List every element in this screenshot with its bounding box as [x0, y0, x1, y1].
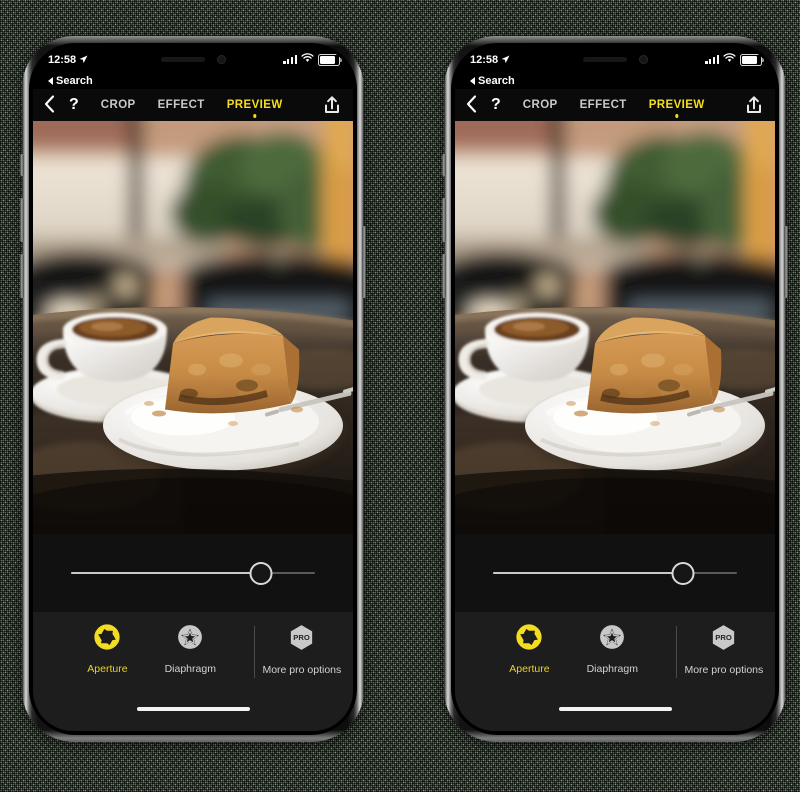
phone-screen-right: 12:58 Search ? CROP EFFECT PREVIEW Apert…: [455, 47, 775, 731]
tool-diaphragm-label: Diaphragm: [586, 663, 638, 675]
slider-track-fill: [493, 572, 684, 574]
tab-effect[interactable]: EFFECT: [580, 99, 627, 112]
tool-bar: Aperture Diaphragm PRO More pro options: [455, 612, 775, 703]
tab-effect[interactable]: EFFECT: [158, 99, 205, 112]
volume-up-button[interactable]: [20, 198, 24, 242]
nav-tabs: CROP EFFECT PREVIEW: [523, 98, 705, 118]
tool-aperture-label: Aperture: [509, 663, 550, 675]
aperture-icon: [93, 623, 121, 656]
question-mark-icon[interactable]: ?: [63, 96, 85, 114]
slider-thumb[interactable]: [671, 561, 695, 585]
status-bar-left: 12:58: [470, 54, 510, 66]
front-camera-icon: [638, 55, 648, 64]
share-upload-icon[interactable]: [323, 95, 341, 115]
status-time: 12:58: [48, 53, 77, 66]
tab-preview[interactable]: PREVIEW: [648, 98, 705, 118]
earpiece-speaker-icon: [160, 57, 205, 62]
home-indicator-area: [33, 703, 353, 731]
toolbar-divider: [676, 626, 677, 678]
volume-down-button[interactable]: [442, 254, 446, 298]
slider-thumb[interactable]: [249, 561, 273, 585]
tab-preview-label: PREVIEW: [226, 98, 283, 111]
tool-aperture[interactable]: Aperture: [73, 623, 142, 675]
diaphragm-star-icon: [598, 623, 626, 656]
back-to-search-label: Search: [56, 74, 93, 87]
tab-crop[interactable]: CROP: [523, 99, 558, 112]
triangle-left-icon: [470, 76, 475, 85]
tool-diaphragm-label: Diaphragm: [164, 663, 216, 675]
status-time: 12:58: [470, 53, 499, 66]
wifi-icon: [723, 53, 736, 66]
cellular-bars-icon: [283, 55, 297, 64]
tab-active-dot-icon: [674, 114, 679, 118]
back-to-search-link[interactable]: Search: [33, 72, 353, 89]
slider-panel: [455, 534, 775, 612]
toolbar-divider: [254, 626, 255, 678]
tool-more-pro-options[interactable]: PRO More pro options: [251, 623, 353, 676]
share-upload-icon[interactable]: [745, 95, 763, 115]
phone-screen-left: 12:58 Search ? CROP EFFECT PREVIEW Apert…: [33, 47, 353, 731]
volume-down-button[interactable]: [20, 254, 24, 298]
chevron-left-icon[interactable]: [33, 94, 63, 116]
tool-bar: Aperture Diaphragm PRO More pro options: [33, 612, 353, 703]
aperture-icon: [515, 623, 543, 656]
location-arrow-icon: [79, 55, 88, 64]
power-button[interactable]: [362, 226, 366, 298]
mute-switch-button[interactable]: [20, 154, 24, 176]
tab-preview-label: PREVIEW: [648, 98, 705, 111]
tab-crop[interactable]: CROP: [101, 99, 136, 112]
photo-preview[interactable]: [455, 121, 775, 534]
mute-switch-button[interactable]: [442, 154, 446, 176]
notch: [119, 47, 267, 72]
nav-bar: ? CROP EFFECT PREVIEW: [455, 89, 775, 121]
tab-preview[interactable]: PREVIEW: [226, 98, 283, 118]
front-camera-icon: [216, 55, 226, 64]
tool-diaphragm[interactable]: Diaphragm: [578, 623, 647, 675]
cellular-bars-icon: [705, 55, 719, 64]
tool-diaphragm[interactable]: Diaphragm: [156, 623, 225, 675]
notch: [541, 47, 689, 72]
tool-more-pro-options[interactable]: PRO More pro options: [673, 623, 775, 676]
home-indicator-area: [455, 703, 775, 731]
slider-track-fill: [71, 572, 262, 574]
status-bar-right: [705, 53, 764, 66]
home-indicator[interactable]: [136, 707, 250, 711]
nav-bar: ? CROP EFFECT PREVIEW: [33, 89, 353, 121]
svg-text:PRO: PRO: [294, 633, 311, 642]
tool-aperture-label: Aperture: [87, 663, 128, 675]
back-to-search-link[interactable]: Search: [455, 72, 775, 89]
battery-icon: [740, 53, 764, 66]
phone-device-right: 12:58 Search ? CROP EFFECT PREVIEW Apert…: [442, 36, 788, 742]
blur-intensity-slider[interactable]: [493, 561, 737, 585]
wifi-icon: [301, 53, 314, 66]
photo-preview[interactable]: [33, 121, 353, 534]
volume-up-button[interactable]: [442, 198, 446, 242]
power-button[interactable]: [784, 226, 788, 298]
tab-active-dot-icon: [252, 114, 257, 118]
battery-icon: [318, 53, 342, 66]
triangle-left-icon: [48, 76, 53, 85]
question-mark-icon[interactable]: ?: [485, 96, 507, 114]
tool-more-pro-options-label: More pro options: [262, 664, 342, 676]
pro-hexagon-icon: PRO: [709, 623, 738, 657]
status-bar-left: 12:58: [48, 54, 88, 66]
pro-hexagon-icon: PRO: [287, 623, 316, 657]
blur-intensity-slider[interactable]: [71, 561, 315, 585]
phone-device-left: 12:58 Search ? CROP EFFECT PREVIEW Apert…: [20, 36, 366, 742]
home-indicator[interactable]: [558, 707, 672, 711]
slider-panel: [33, 534, 353, 612]
back-to-search-label: Search: [478, 74, 515, 87]
earpiece-speaker-icon: [582, 57, 627, 62]
chevron-left-icon[interactable]: [455, 94, 485, 116]
diaphragm-star-icon: [176, 623, 204, 656]
location-arrow-icon: [501, 55, 510, 64]
status-bar-right: [283, 53, 342, 66]
svg-text:PRO: PRO: [716, 633, 733, 642]
tool-aperture[interactable]: Aperture: [495, 623, 564, 675]
tool-more-pro-options-label: More pro options: [684, 664, 764, 676]
nav-tabs: CROP EFFECT PREVIEW: [101, 98, 283, 118]
